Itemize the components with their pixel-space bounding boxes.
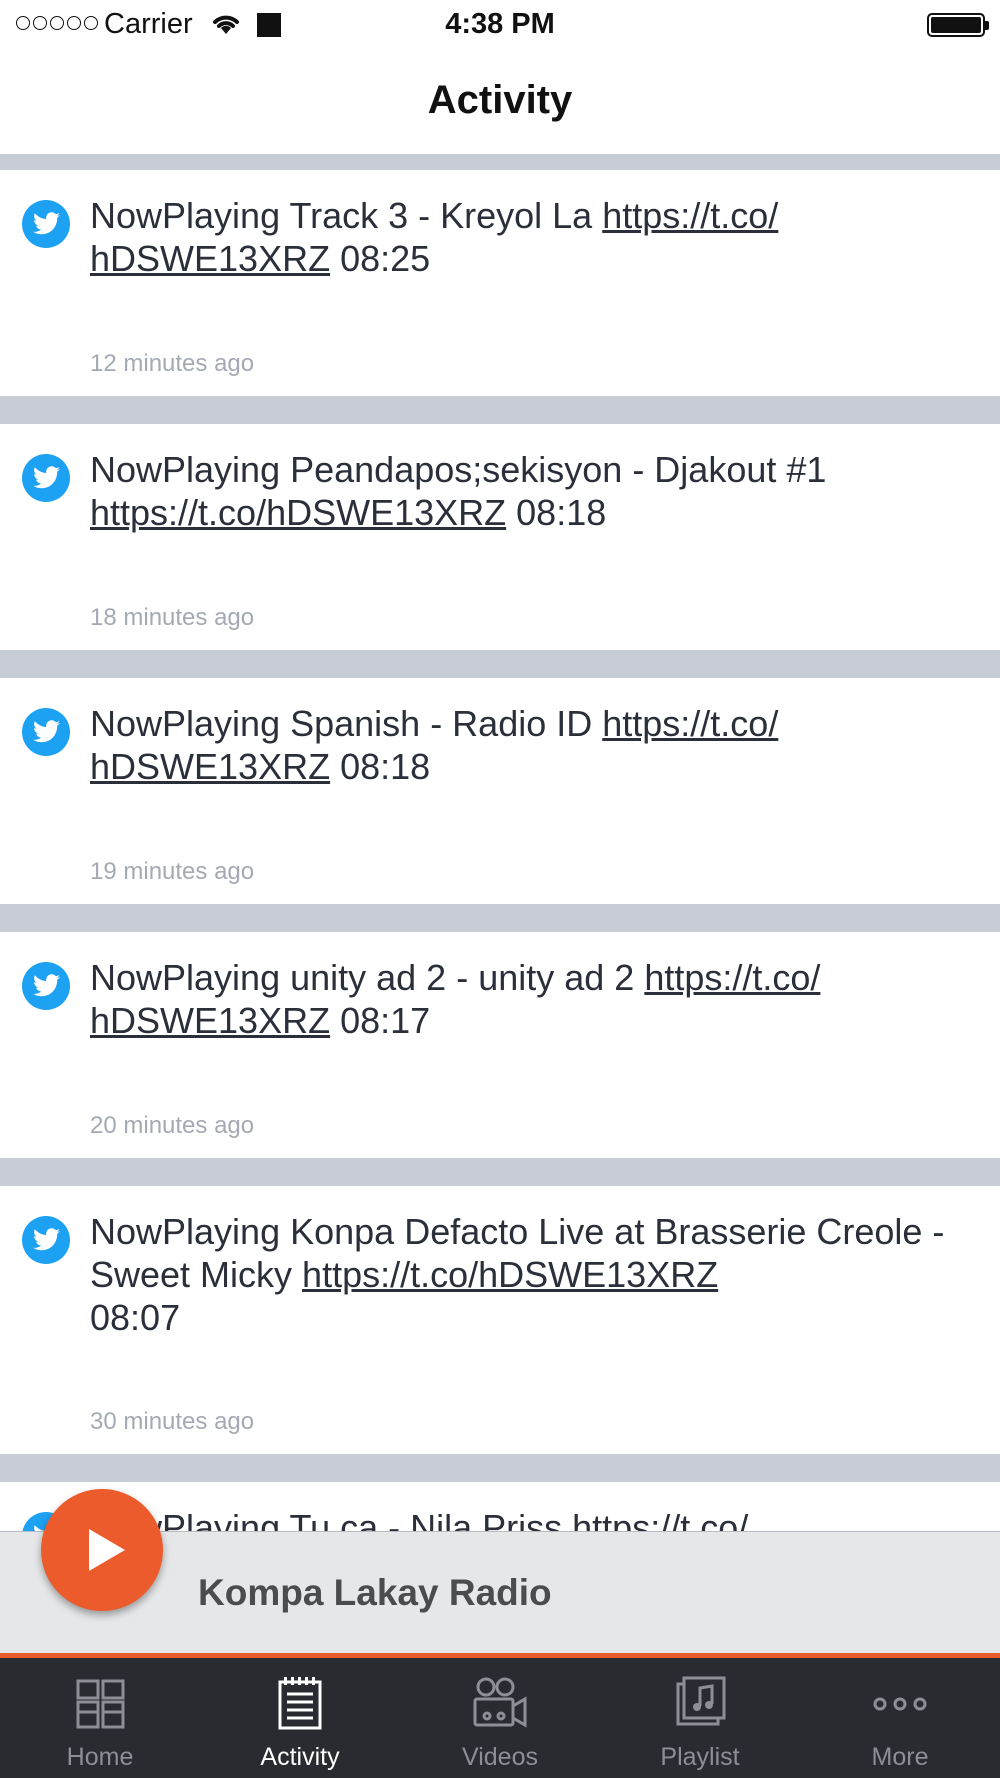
tweet-text: NowPlaying Track 3 - Kreyol La https://t… <box>90 195 779 279</box>
tweet-text: NowPlaying Konpa Defacto Live at Brasser… <box>90 1211 945 1338</box>
tweet-link[interactable]: https://t.co/hDSWE13XRZ <box>90 492 506 533</box>
tab-label: Playlist <box>660 1743 740 1771</box>
more-dots-icon <box>873 1697 927 1711</box>
station-name: Kompa Lakay Radio <box>198 1572 552 1613</box>
activity-notepad-icon <box>278 1677 322 1730</box>
twitter-icon <box>22 200 70 248</box>
feed-item[interactable]: NowPlaying Spanish - Radio ID https://t.… <box>0 678 1000 904</box>
playlist-music-icon <box>676 1676 726 1726</box>
tab-label: Activity <box>260 1743 340 1771</box>
tab-videos[interactable]: Videos <box>400 1658 600 1778</box>
status-bar: Carrier 4:38 PM <box>0 0 1000 50</box>
tab-label: More <box>871 1743 929 1771</box>
video-camera-icon <box>473 1677 527 1728</box>
tab-more[interactable]: More <box>800 1658 1000 1778</box>
status-time: 4:38 PM <box>445 8 555 40</box>
twitter-icon <box>22 1216 70 1264</box>
tweet-timestamp: 19 minutes ago <box>90 858 255 885</box>
navigation-bar: Activity <box>0 50 1000 154</box>
tweet-link[interactable]: https://t.co/hDSWE13XRZ <box>302 1254 718 1295</box>
now-playing-bar[interactable]: Kompa Lakay Radio <box>0 1489 1000 1653</box>
feed-item[interactable]: NowPlaying Track 3 - Kreyol La https://t… <box>0 170 1000 396</box>
home-grid-icon <box>76 1679 125 1729</box>
play-icon <box>89 1529 125 1571</box>
page-title: Activity <box>427 78 573 122</box>
battery-icon <box>927 13 989 37</box>
tweet-timestamp: 20 minutes ago <box>90 1112 255 1139</box>
tweet-link[interactable]: https://t.co/ <box>572 1507 748 1531</box>
feed-item[interactable]: NowPlaying Peandapos;sekisyon - Djakout … <box>0 424 1000 650</box>
tweet-text: NowPlaying Spanish - Radio ID https://t.… <box>90 703 779 787</box>
tab-playlist[interactable]: Playlist <box>600 1658 800 1778</box>
play-button[interactable] <box>41 1489 163 1611</box>
feed-item[interactable]: NowPlaying unity ad 2 - unity ad 2 https… <box>0 932 1000 1158</box>
tweet-text: NowPlaying Tu ca - Nila Priss https://t.… <box>90 1506 970 1531</box>
tweet-timestamp: 12 minutes ago <box>90 350 255 377</box>
tweet-text: NowPlaying Peandapos;sekisyon - Djakout … <box>90 449 827 533</box>
twitter-icon <box>22 962 70 1010</box>
tweet-text: NowPlaying unity ad 2 - unity ad 2 https… <box>90 957 821 1041</box>
tab-label: Home <box>66 1743 134 1771</box>
feed-item[interactable]: NowPlaying Konpa Defacto Live at Brasser… <box>0 1186 1000 1454</box>
tab-bar: Home Activity Videos Playlist More <box>0 1653 1000 1778</box>
tab-home[interactable]: Home <box>0 1658 200 1778</box>
tweet-timestamp: 18 minutes ago <box>90 604 255 631</box>
tweet-timestamp: 30 minutes ago <box>90 1408 255 1435</box>
activity-feed[interactable]: NowPlaying Track 3 - Kreyol La https://t… <box>0 154 1000 1531</box>
tab-label: Videos <box>462 1743 538 1771</box>
twitter-icon <box>22 454 70 502</box>
twitter-icon <box>22 708 70 756</box>
tab-activity[interactable]: Activity <box>200 1658 400 1778</box>
